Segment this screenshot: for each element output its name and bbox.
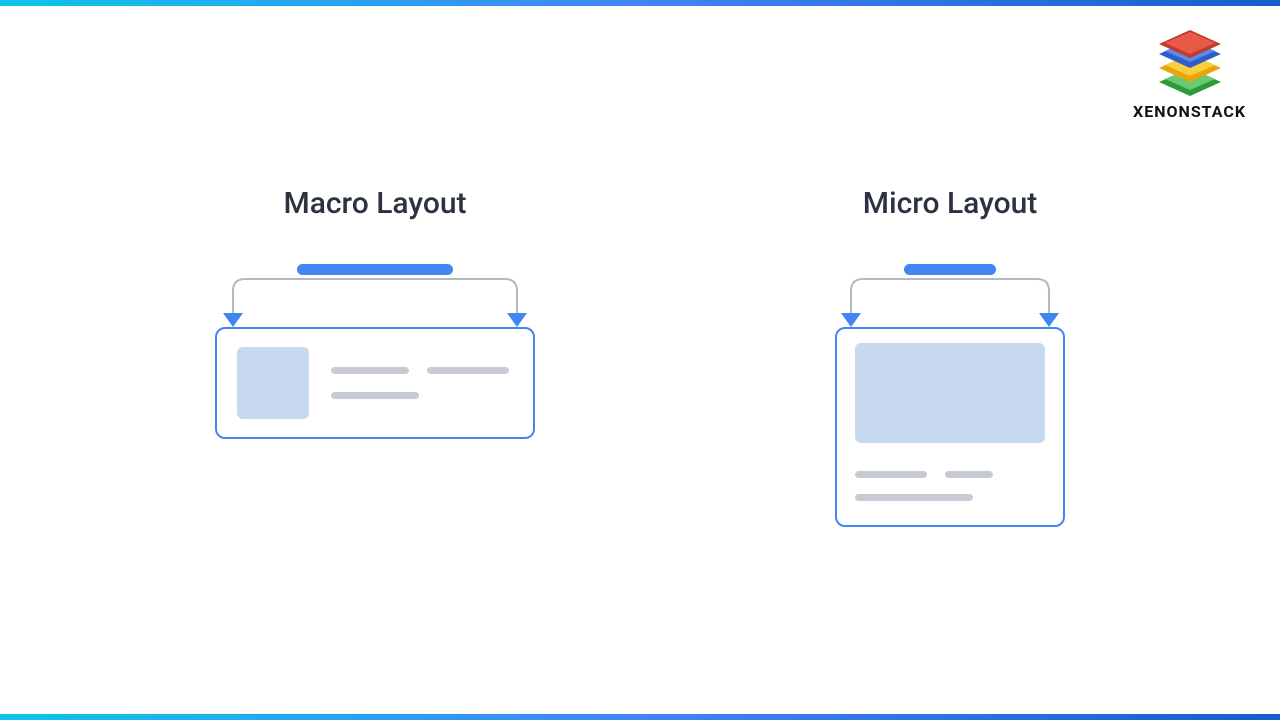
macro-card (215, 327, 535, 439)
placeholder-line (855, 494, 973, 501)
brand-name: XENONSTACK (1133, 102, 1246, 121)
micro-title: Micro Layout (863, 186, 1038, 221)
macro-text-lines (331, 367, 513, 399)
micro-card (835, 327, 1065, 527)
placeholder-line (427, 367, 509, 374)
micro-bracket (835, 269, 1065, 327)
micro-column: Micro Layout (835, 186, 1065, 527)
xenonstack-icon (1153, 30, 1227, 96)
diagram-page: XENONSTACK Macro Layout (0, 0, 1280, 720)
placeholder-line (331, 392, 419, 399)
placeholder-line (331, 367, 409, 374)
macro-column: Macro Layout (215, 186, 535, 527)
macro-pill (297, 264, 453, 275)
placeholder-line (945, 471, 993, 478)
placeholder-line (855, 471, 927, 478)
macro-bracket (215, 269, 535, 327)
micro-text-lines (855, 471, 1045, 501)
micro-pill (904, 264, 996, 275)
micro-hero (855, 343, 1045, 443)
macro-thumbnail (237, 347, 309, 419)
macro-title: Macro Layout (283, 186, 466, 221)
diagram-content: Macro Layout (0, 186, 1280, 527)
brand-logo: XENONSTACK (1133, 30, 1246, 121)
